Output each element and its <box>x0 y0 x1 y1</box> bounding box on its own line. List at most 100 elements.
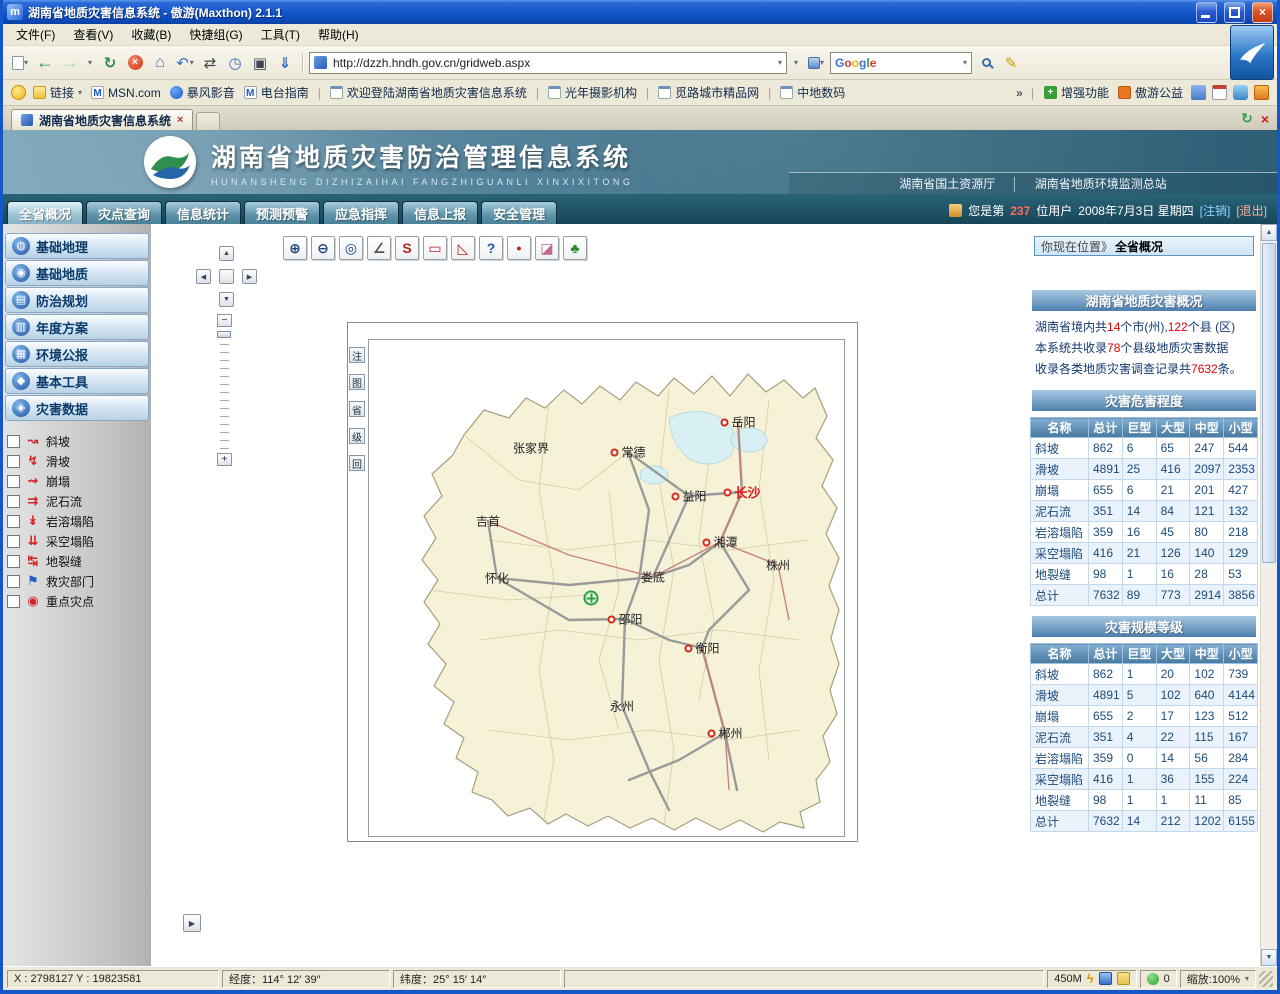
screen-capture-button[interactable]: ▣ <box>249 52 271 74</box>
link-item[interactable]: 暴风影音 <box>168 83 237 102</box>
links-overflow-chevron[interactable]: » <box>1016 86 1023 100</box>
close-button[interactable]: × <box>1252 2 1273 23</box>
map-layer-toggle[interactable]: 回 <box>349 455 365 471</box>
zoom-panel[interactable]: 缩放:100% ▾ <box>1180 970 1256 988</box>
link-item[interactable]: 傲游公益 <box>1116 83 1185 102</box>
tab-close-icon[interactable]: × <box>177 114 183 126</box>
menu-item[interactable]: 工具(T) <box>252 24 309 45</box>
go-dropdown-button[interactable]: ▾ <box>790 52 802 74</box>
back-button[interactable]: ← <box>34 52 56 74</box>
pan-up-button[interactable]: ▲ <box>219 246 234 261</box>
layer-checkbox[interactable] <box>7 495 20 508</box>
nav-tab[interactable]: 预测预警 <box>244 201 320 224</box>
menu-item[interactable]: 文件(F) <box>7 24 64 45</box>
boost-icon[interactable]: ϟ <box>1087 971 1094 986</box>
logout-link[interactable]: [注销] <box>1200 202 1231 219</box>
skin-icon[interactable] <box>1191 85 1206 100</box>
hotlink-tool[interactable]: • <box>507 236 531 260</box>
minimize-button[interactable] <box>1196 2 1217 23</box>
exit-link[interactable]: [退出] <box>1236 202 1267 219</box>
search-box[interactable]: Google ▾ <box>830 52 972 74</box>
nav-tab[interactable]: 全省概况 <box>7 201 83 224</box>
maxthon-smiley-icon[interactable] <box>11 85 26 100</box>
scrollbar-thumb[interactable] <box>1262 243 1276 563</box>
link-item[interactable]: 光年摄影机构 <box>546 83 639 102</box>
layer-checkbox[interactable] <box>7 555 20 568</box>
map-layer-toggle[interactable]: 省 <box>349 401 365 417</box>
nav-tab[interactable]: 灾点查询 <box>86 201 162 224</box>
link-item[interactable]: 欢迎登陆湖南省地质灾害信息系统 <box>328 83 529 102</box>
map-viewport[interactable]: 张家界常德岳阳益阳长沙吉首湘潭株州怀化娄底邵阳衡阳永州郴州 <box>368 339 845 837</box>
select-circle-tool[interactable]: S <box>395 236 419 260</box>
layer-checkbox[interactable] <box>7 575 20 588</box>
home-button[interactable]: ⌂ <box>149 52 171 74</box>
highlight-button[interactable]: ✎ <box>1000 52 1022 74</box>
map-layer-toggle[interactable]: 图 <box>349 374 365 390</box>
scroll-down-button[interactable]: ▼ <box>1261 949 1277 966</box>
link-item[interactable]: 链接▾ <box>31 83 84 102</box>
sidebar-button[interactable]: ◈灾害数据 <box>5 395 149 421</box>
layer-checkbox[interactable] <box>7 475 20 488</box>
message-icon[interactable] <box>1233 85 1248 100</box>
nav-tab[interactable]: 安全管理 <box>481 201 557 224</box>
address-input[interactable] <box>331 55 774 71</box>
menu-item[interactable]: 帮助(H) <box>309 24 368 45</box>
nav-tab[interactable]: 信息统计 <box>165 201 241 224</box>
sidebar-button[interactable]: ▤防治规划 <box>5 287 149 313</box>
tab-active[interactable]: 湖南省地质灾害信息系统 × <box>11 109 193 130</box>
gift-icon[interactable] <box>1254 85 1269 100</box>
zoom-out-tool[interactable]: ⊖ <box>311 236 335 260</box>
link-item[interactable]: 觅路城市精品网 <box>656 83 761 102</box>
new-page-button[interactable]: ▾ <box>9 52 31 74</box>
pan-down-button[interactable]: ▼ <box>219 292 234 307</box>
header-link-monitor-station[interactable]: 湖南省地质环境监测总站 <box>1035 175 1167 192</box>
undo-button[interactable]: ↶▾ <box>174 52 196 74</box>
link-item[interactable]: M电台指南 <box>242 83 311 102</box>
zoom-in-button[interactable]: + <box>217 453 232 466</box>
full-extent-tool[interactable]: ◎ <box>339 236 363 260</box>
zoom-in-tool[interactable]: ⊕ <box>283 236 307 260</box>
zoom-out-button[interactable]: − <box>217 314 232 327</box>
link-item[interactable]: +增强功能 <box>1042 83 1111 102</box>
sidebar-button[interactable]: ◍基础地理 <box>5 233 149 259</box>
map-layer-toggle[interactable]: 注 <box>349 347 365 363</box>
eraser-tool[interactable]: ◪ <box>535 236 559 260</box>
folder-icon[interactable] <box>1117 972 1130 985</box>
titlebar[interactable]: m 湖南省地质灾害信息系统 - 傲游(Maxthon) 2.1.1 × <box>3 0 1277 24</box>
stop-button[interactable]: × <box>124 52 146 74</box>
autofill-button[interactable]: ▾ <box>805 52 827 74</box>
download-button[interactable]: ⇓ <box>274 52 296 74</box>
sidebar-button[interactable]: ◆基本工具 <box>5 368 149 394</box>
refresh-all-icon[interactable]: ↻ <box>1241 110 1253 127</box>
layer-checkbox[interactable] <box>7 455 20 468</box>
refresh-button[interactable]: ↻ <box>99 52 121 74</box>
page-scrollbar[interactable]: ▲ ▼ <box>1260 224 1277 966</box>
measure-tool[interactable]: ∠ <box>367 236 391 260</box>
network-icon[interactable] <box>1099 972 1112 985</box>
layer-tree-tool[interactable]: ♣ <box>563 236 587 260</box>
select-rect-tool[interactable]: ▭ <box>423 236 447 260</box>
identify-tool[interactable]: ? <box>479 236 503 260</box>
calendar-icon[interactable] <box>1212 85 1227 100</box>
layer-checkbox[interactable] <box>7 535 20 548</box>
nav-tab[interactable]: 信息上报 <box>402 201 478 224</box>
resize-grip[interactable] <box>1259 971 1273 987</box>
maximize-button[interactable] <box>1224 2 1245 23</box>
close-tab-button[interactable]: × <box>1261 111 1269 127</box>
new-tab-stub[interactable] <box>196 112 220 130</box>
sidebar-button[interactable]: ▥年度方案 <box>5 314 149 340</box>
menu-item[interactable]: 查看(V) <box>64 24 122 45</box>
layer-checkbox[interactable] <box>7 595 20 608</box>
adhunter-panel[interactable]: 0 <box>1140 970 1177 988</box>
pan-right-button[interactable]: ▶ <box>242 269 257 284</box>
map-layer-toggle[interactable]: 级 <box>349 428 365 444</box>
layer-checkbox[interactable] <box>7 435 20 448</box>
select-polygon-tool[interactable]: ◺ <box>451 236 475 260</box>
pan-center-button[interactable] <box>219 269 234 284</box>
search-engine-dropdown[interactable]: ▾ <box>963 58 967 67</box>
proxy-button[interactable]: ⇄ <box>199 52 221 74</box>
sidebar-collapse-button[interactable]: ▶ <box>183 914 201 932</box>
nav-tab[interactable]: 应急指挥 <box>323 201 399 224</box>
zoom-slider-thumb[interactable] <box>217 331 231 338</box>
sidebar-button[interactable]: ▦环境公报 <box>5 341 149 367</box>
